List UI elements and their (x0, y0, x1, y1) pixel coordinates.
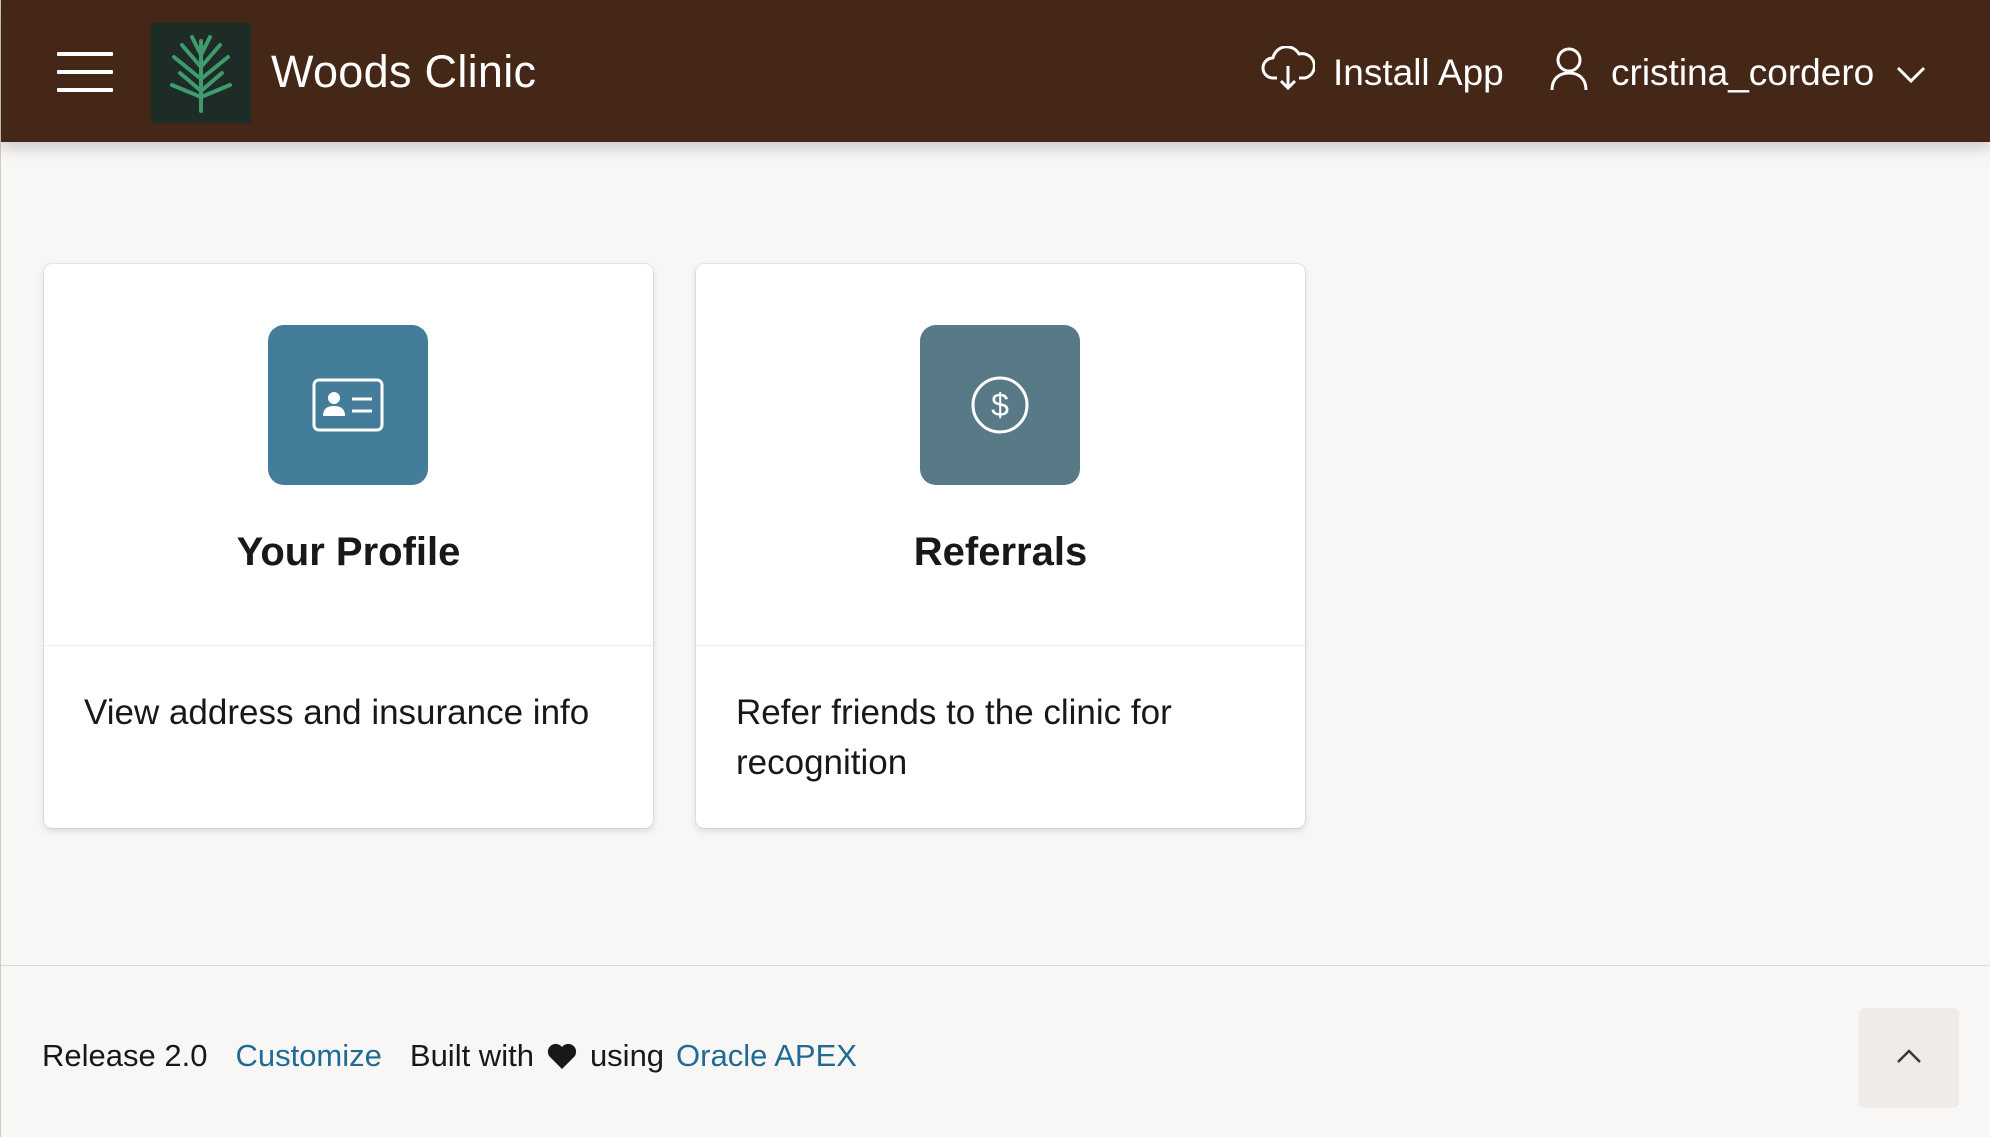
card-title: Referrals (913, 530, 1088, 574)
svg-text:$: $ (991, 387, 1009, 423)
using-label: using (589, 1038, 665, 1073)
app-title[interactable]: Woods Clinic (271, 46, 536, 98)
page: Woods Clinic Install App cristina_corder… (0, 0, 1990, 1137)
user-menu-button[interactable]: cristina_cordero (1549, 46, 1926, 101)
scroll-to-top-button[interactable] (1859, 1008, 1959, 1108)
install-app-button[interactable]: Install App (1261, 44, 1504, 101)
footer-text: Release 2.0 Customize Built with using O… (42, 1038, 857, 1074)
oracle-apex-link[interactable]: Oracle APEX (676, 1038, 857, 1074)
tree-logo-icon[interactable] (151, 23, 251, 123)
user-name: cristina_cordero (1611, 52, 1875, 93)
card-description: View address and insurance info (84, 693, 590, 732)
dollar-circle-icon: $ (920, 325, 1080, 485)
card-header: Your Profile (44, 264, 653, 646)
user-icon (1549, 46, 1589, 101)
cloud-download-icon (1261, 44, 1316, 101)
page-footer: Release 2.0 Customize Built with using O… (1, 965, 1990, 1137)
customize-link[interactable]: Customize (235, 1038, 381, 1074)
chevron-down-icon (1896, 52, 1926, 94)
install-app-label: Install App (1333, 52, 1504, 93)
card-header: $ Referrals (696, 264, 1305, 646)
hamburger-menu-icon[interactable] (57, 52, 113, 92)
id-card-icon (268, 325, 428, 485)
app-header: Woods Clinic Install App cristina_corder… (1, 0, 1990, 142)
card-your-profile[interactable]: Your Profile View address and insurance … (44, 264, 653, 828)
release-label: Release 2.0 (42, 1038, 208, 1073)
heart-icon (546, 1042, 578, 1070)
card-title: Your Profile (236, 530, 461, 574)
card-description: Refer friends to the clinic for recognit… (736, 693, 1172, 782)
chevron-up-icon (1896, 1048, 1922, 1069)
card-referrals[interactable]: $ Referrals Refer friends to the clinic … (696, 264, 1305, 828)
built-with-label: Built with (409, 1038, 534, 1073)
